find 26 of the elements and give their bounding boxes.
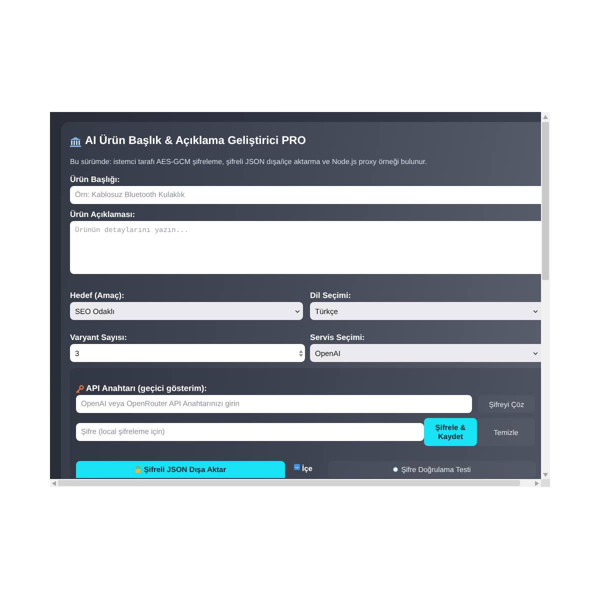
key-icon	[76, 384, 84, 392]
field-label: Ürün Açıklaması:	[70, 210, 136, 220]
chevron-down-icon	[533, 352, 538, 354]
spinner-icon[interactable]	[299, 350, 303, 356]
scrollbar-thumb[interactable]	[542, 122, 549, 280]
field-label: Hedef (Amaç):	[70, 291, 126, 301]
bank-icon	[70, 136, 81, 146]
scroll-right-icon[interactable]	[535, 480, 539, 486]
field-label: Varyant Sayısı:	[70, 333, 128, 343]
horizontal-scrollbar[interactable]	[50, 479, 541, 487]
page-title: AI Ürün Başlık & Açıklama Geliştirici PRO	[85, 134, 306, 149]
scroll-up-icon[interactable]	[543, 114, 548, 118]
chevron-down-icon	[295, 310, 300, 312]
chevron-down-icon	[533, 310, 538, 312]
scroll-left-icon[interactable]	[52, 480, 56, 486]
section-title: API Anahtarı (geçici gösterim):	[86, 383, 207, 394]
field-label: Dil Seçimi:	[310, 291, 352, 301]
field-label: Servis Seçimi:	[310, 333, 366, 343]
circle-icon	[393, 467, 398, 472]
inbox-icon	[294, 464, 300, 470]
scrollbar-thumb[interactable]	[58, 480, 520, 486]
lock-icon	[134, 466, 141, 473]
field-label: Ürün Başlığı:	[70, 175, 121, 185]
scroll-down-icon[interactable]	[543, 472, 548, 476]
vertical-scrollbar[interactable]	[541, 112, 550, 479]
scrollbar-corner	[541, 479, 550, 487]
